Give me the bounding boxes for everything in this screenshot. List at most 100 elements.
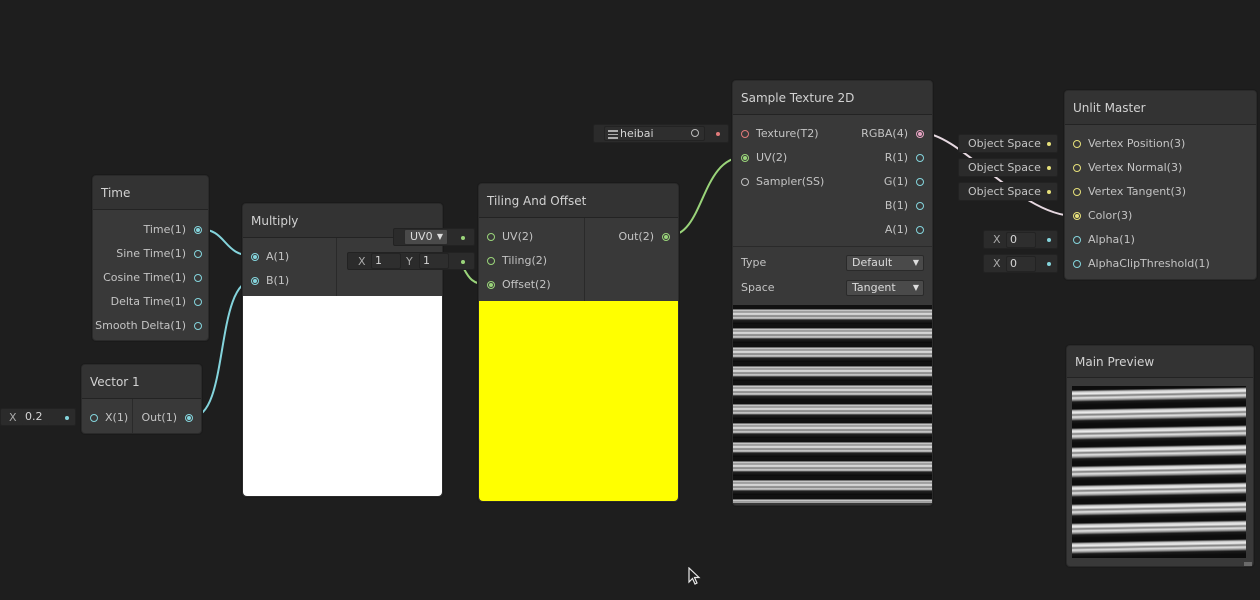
sample-a-output: A(1) xyxy=(885,222,908,238)
vertex-position-connector-dot xyxy=(1047,142,1051,146)
master-node-title[interactable]: Unlit Master xyxy=(1065,91,1256,125)
unlit-master-node[interactable]: Unlit Master Vertex Position(3) Vertex N… xyxy=(1064,90,1257,280)
main-preview-title[interactable]: Main Preview xyxy=(1067,346,1253,378)
main-preview-panel[interactable]: Main Preview xyxy=(1066,345,1254,567)
sample-rgba-output: RGBA(4) xyxy=(861,126,908,142)
sample-a-port[interactable] xyxy=(916,226,924,234)
multiply-node[interactable]: Multiply A(1) B(1) xyxy=(242,203,443,497)
resize-handle-icon[interactable] xyxy=(1244,562,1252,566)
tiling-offset-node[interactable]: Tiling And Offset UV(2) Tiling(2) Offset… xyxy=(478,183,679,502)
tiling-port-divider xyxy=(584,218,585,301)
smooth-delta-port[interactable] xyxy=(194,322,202,330)
main-preview-viewport[interactable] xyxy=(1072,386,1246,558)
vertex-normal-space-box[interactable]: Object Space xyxy=(958,158,1058,177)
tiling-uv-port[interactable] xyxy=(487,233,495,241)
master-color-port[interactable] xyxy=(1073,212,1081,220)
vector1-node-title[interactable]: Vector 1 xyxy=(82,365,201,399)
sample-uv-port[interactable] xyxy=(741,154,749,162)
sample-texture-node[interactable]: Sample Texture 2D Texture(T2) UV(2) Samp… xyxy=(732,80,933,506)
tiling-offset-input: Offset(2) xyxy=(502,277,551,293)
sample-rgba-port[interactable] xyxy=(916,130,924,138)
sample-g-output: G(1) xyxy=(884,174,908,190)
vector1-x-field[interactable]: 0.2 xyxy=(22,409,49,425)
clip-field[interactable]: 0 xyxy=(1006,256,1036,272)
time-output-sine[interactable]: Sine Time(1) xyxy=(116,246,186,262)
alpha-field[interactable]: 0 xyxy=(1006,232,1036,248)
time-node[interactable]: Time Time(1) Sine Time(1) Cosine Time(1)… xyxy=(92,175,209,341)
master-vertex-position-label: Vertex Position(3) xyxy=(1088,137,1186,150)
tiling-tiling-port[interactable] xyxy=(487,257,495,265)
time-output-delta[interactable]: Delta Time(1) xyxy=(111,294,186,310)
sample-space-dropdown[interactable]: Tangent ▼ xyxy=(846,280,924,296)
time-output-time[interactable]: Time(1) xyxy=(143,222,186,238)
uv-channel-box[interactable]: UV0 ▼ xyxy=(393,228,475,246)
master-alpha-input: Alpha(1) xyxy=(1088,232,1135,248)
tiling-out: Out(2) xyxy=(618,229,654,245)
master-clip-label: AlphaClipThreshold(1) xyxy=(1088,257,1210,270)
vector1-x-input: X(1) xyxy=(105,410,128,426)
master-vertex-normal-label: Vertex Normal(3) xyxy=(1088,161,1183,174)
tiling-preview xyxy=(479,301,678,501)
sample-uv-input: UV(2) xyxy=(756,150,787,166)
time-output-port[interactable] xyxy=(194,226,202,234)
sample-rgba-label: RGBA(4) xyxy=(861,127,908,140)
multiply-b-port[interactable] xyxy=(251,277,259,285)
sine-time-port[interactable] xyxy=(194,250,202,258)
cosine-time-port[interactable] xyxy=(194,274,202,282)
tiling-x-field[interactable]: 1 xyxy=(371,253,401,269)
tiling-node-title[interactable]: Tiling And Offset xyxy=(479,184,678,218)
sample-sampler-port[interactable] xyxy=(741,178,749,186)
smooth-delta-label: Smooth Delta(1) xyxy=(95,319,186,332)
clip-input-box[interactable]: X 0 xyxy=(983,254,1058,273)
alpha-input-box[interactable]: X 0 xyxy=(983,230,1058,249)
alpha-x-label: X xyxy=(993,233,1001,246)
delta-time-port[interactable] xyxy=(194,298,202,306)
alpha-connector-dot xyxy=(1047,238,1051,242)
tiling-xy-box[interactable]: X 1 Y 1 xyxy=(347,252,475,270)
sample-type-value: Default xyxy=(852,256,893,269)
master-vertex-normal-port[interactable] xyxy=(1073,164,1081,172)
sample-texture-port[interactable] xyxy=(741,130,749,138)
sample-g-port[interactable] xyxy=(916,178,924,186)
master-vertex-tangent-input: Vertex Tangent(3) xyxy=(1088,184,1186,200)
sample-texture-label: Texture(T2) xyxy=(756,127,819,140)
vertex-normal-space-label: Object Space xyxy=(968,161,1041,174)
master-vertex-position-port[interactable] xyxy=(1073,140,1081,148)
sample-b-port[interactable] xyxy=(916,202,924,210)
sample-sampler-label: Sampler(SS) xyxy=(756,175,825,188)
vector1-node[interactable]: Vector 1 X(1) Out(1) xyxy=(81,364,202,434)
vector1-port-divider xyxy=(132,399,133,433)
tiling-out-port[interactable] xyxy=(662,233,670,241)
multiply-a-port[interactable] xyxy=(251,253,259,261)
object-picker-icon[interactable] xyxy=(691,129,699,137)
uv-channel-dropdown[interactable]: UV0 ▼ xyxy=(404,229,448,245)
tiling-uv-label: UV(2) xyxy=(502,230,534,243)
mouse-cursor-icon xyxy=(688,567,701,585)
master-alpha-label: Alpha(1) xyxy=(1088,233,1135,246)
master-alpha-port[interactable] xyxy=(1073,236,1081,244)
master-vertex-tangent-port[interactable] xyxy=(1073,188,1081,196)
master-clip-port[interactable] xyxy=(1073,260,1081,268)
tiling-y-field[interactable]: 1 xyxy=(419,253,449,269)
sample-node-title[interactable]: Sample Texture 2D xyxy=(733,81,932,115)
sample-r-label: R(1) xyxy=(884,151,908,164)
vertex-position-space-box[interactable]: Object Space xyxy=(958,134,1058,153)
vertex-position-space-label: Object Space xyxy=(968,137,1041,150)
texture-property-field[interactable]: heibai xyxy=(604,126,705,141)
sample-r-port[interactable] xyxy=(916,154,924,162)
vector1-x-port[interactable] xyxy=(90,414,98,422)
texture-property-name: heibai xyxy=(620,127,654,140)
clip-x-label: X xyxy=(993,257,1001,270)
time-output-smooth-delta[interactable]: Smooth Delta(1) xyxy=(95,318,186,334)
vertex-normal-connector-dot xyxy=(1047,166,1051,170)
tiling-offset-port[interactable] xyxy=(487,281,495,289)
tiling-y-label: Y xyxy=(406,255,413,268)
vector1-out-port[interactable] xyxy=(185,414,193,422)
time-node-title[interactable]: Time xyxy=(93,176,208,210)
vertex-tangent-space-box[interactable]: Object Space xyxy=(958,182,1058,201)
tiling-connector-dot xyxy=(461,260,465,264)
time-output-cosine[interactable]: Cosine Time(1) xyxy=(103,270,186,286)
sample-type-dropdown[interactable]: Default ▼ xyxy=(846,255,924,271)
vector1-x-input-box[interactable]: X 0.2 xyxy=(0,408,76,426)
texture-property-box[interactable]: heibai xyxy=(593,124,729,143)
